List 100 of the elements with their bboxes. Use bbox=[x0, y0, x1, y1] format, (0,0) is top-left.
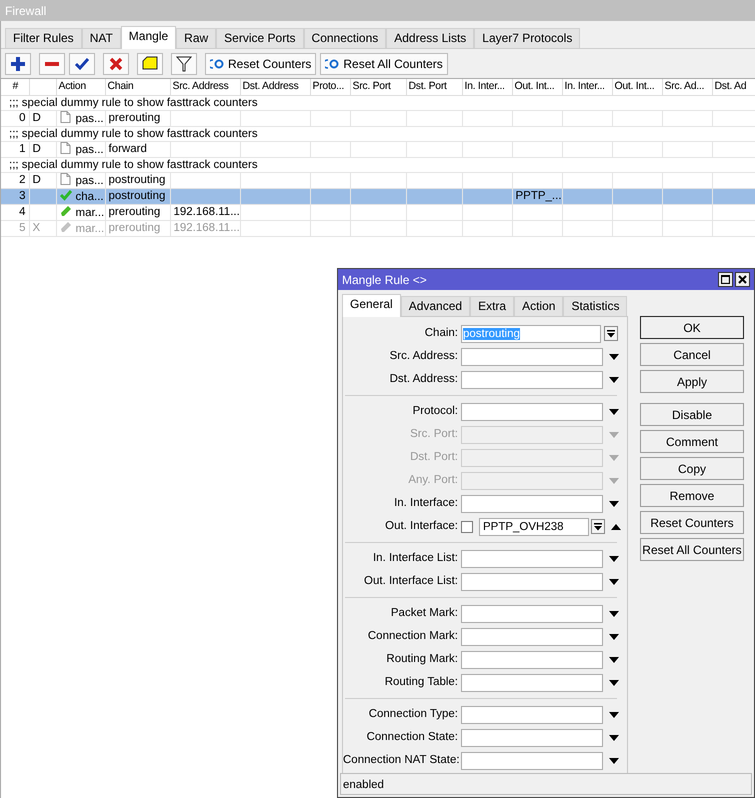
close-button[interactable] bbox=[735, 272, 750, 287]
field-label: Dst. Port: bbox=[409, 450, 459, 465]
maximize-icon bbox=[721, 275, 730, 284]
dropdown-icon[interactable] bbox=[609, 610, 619, 616]
row-number: 1 bbox=[19, 143, 26, 156]
reset-counters-button[interactable]: Reset Counters bbox=[205, 52, 316, 74]
tab[interactable]: Advanced bbox=[400, 296, 470, 316]
cross-icon[interactable] bbox=[108, 56, 124, 72]
document-icon bbox=[60, 110, 72, 123]
input-field[interactable] bbox=[461, 348, 603, 366]
input-field[interactable] bbox=[461, 728, 603, 746]
dropdown-icon[interactable] bbox=[609, 500, 619, 506]
tab[interactable]: Statistics bbox=[563, 296, 628, 316]
reset-icon bbox=[325, 58, 340, 68]
document-icon bbox=[60, 172, 72, 185]
input-field[interactable] bbox=[461, 370, 603, 388]
collapse-icon[interactable] bbox=[611, 524, 621, 530]
dropdown-icon[interactable] bbox=[609, 734, 619, 740]
action-text: mar... bbox=[76, 206, 104, 219]
filter-icon[interactable] bbox=[176, 56, 192, 72]
dialog-button[interactable]: Apply bbox=[640, 370, 744, 393]
input-field[interactable] bbox=[461, 494, 603, 512]
action-text: pas... bbox=[76, 174, 104, 187]
field-label: Chain: bbox=[424, 326, 459, 341]
input-field[interactable] bbox=[461, 650, 603, 668]
input-field[interactable] bbox=[461, 628, 603, 646]
close-icon bbox=[738, 275, 747, 284]
tab[interactable]: Filter Rules bbox=[5, 28, 82, 48]
input-field[interactable] bbox=[461, 706, 603, 724]
check-icon[interactable] bbox=[74, 56, 90, 72]
tab[interactable]: Extra bbox=[470, 296, 514, 316]
reset-icon bbox=[210, 58, 224, 68]
selected-row[interactable]: 3 cha... postrouting PPTP_... bbox=[1, 188, 755, 204]
dropdown-icon[interactable] bbox=[609, 712, 619, 718]
input-field[interactable] bbox=[461, 402, 603, 420]
column-header: Out. Int... bbox=[612, 79, 662, 96]
negate-checkbox[interactable] bbox=[461, 520, 473, 532]
comment-text: ;;; special dummy rule to show fasttrack counters bbox=[1, 126, 755, 142]
dropdown-icon[interactable] bbox=[609, 680, 619, 686]
column-header: Proto... bbox=[310, 79, 350, 96]
row-number: 3 bbox=[19, 190, 26, 202]
input-field[interactable]: PPTP_OVH238 bbox=[479, 518, 589, 536]
column-header: Src. Ad... bbox=[662, 79, 712, 96]
input-field[interactable] bbox=[461, 604, 603, 622]
dropdown-icon[interactable] bbox=[609, 656, 619, 662]
input-field[interactable] bbox=[461, 550, 603, 568]
row-number: 0 bbox=[19, 112, 26, 124]
dialog-button[interactable]: Remove bbox=[640, 484, 744, 507]
dropdown-icon[interactable] bbox=[609, 408, 619, 414]
action-text: mar... bbox=[76, 222, 104, 235]
dropdown-button[interactable] bbox=[604, 326, 618, 341]
dropdown-button[interactable] bbox=[591, 519, 605, 534]
tab[interactable]: Connections bbox=[304, 28, 386, 48]
dropdown-icon[interactable] bbox=[609, 578, 619, 584]
row-number: 2 bbox=[19, 174, 26, 186]
cell-text: PPTP_... bbox=[516, 190, 561, 202]
dialog-button[interactable]: Copy bbox=[640, 457, 744, 480]
tab[interactable]: Mangle bbox=[120, 26, 176, 49]
dropdown-icon[interactable] bbox=[609, 556, 619, 562]
column-header: In. Inter... bbox=[562, 79, 612, 96]
input-field[interactable] bbox=[461, 752, 603, 770]
input-field[interactable] bbox=[461, 674, 603, 692]
field-label: Connection Mark: bbox=[366, 628, 459, 644]
tab[interactable]: General bbox=[342, 294, 401, 317]
pencil-icon bbox=[60, 204, 72, 217]
dialog-button[interactable]: Comment bbox=[640, 430, 744, 453]
field-label: Routing Mark: bbox=[385, 652, 459, 667]
dialog-button[interactable]: Cancel bbox=[640, 343, 744, 366]
column-header: Dst. Ad bbox=[712, 79, 755, 96]
row-number: 5 bbox=[19, 222, 26, 234]
dropdown-icon bbox=[609, 478, 619, 484]
dropdown-icon bbox=[607, 330, 615, 338]
dropdown-icon bbox=[594, 522, 602, 530]
cell-text: 192.168.11... bbox=[174, 222, 239, 234]
field-label: Out. Interface List: bbox=[363, 574, 459, 589]
action-text: pas... bbox=[76, 112, 104, 125]
dropdown-icon bbox=[609, 432, 619, 438]
tab[interactable]: Address Lists bbox=[386, 28, 474, 48]
column-header: Action bbox=[56, 79, 105, 96]
dialog-button[interactable]: Disable bbox=[640, 403, 744, 426]
column-header: Out. Int... bbox=[512, 79, 562, 96]
add-icon[interactable] bbox=[10, 56, 26, 72]
tab[interactable]: Service Ports bbox=[216, 28, 304, 48]
reset-counters-button[interactable]: Reset All Counters bbox=[320, 52, 448, 74]
tab[interactable]: Raw bbox=[176, 28, 216, 48]
tab[interactable]: Layer7 Protocols bbox=[474, 28, 580, 48]
maximize-button[interactable] bbox=[718, 272, 733, 287]
cell-text: prerouting bbox=[108, 222, 160, 234]
dropdown-icon[interactable] bbox=[609, 354, 619, 360]
tab[interactable]: Action bbox=[514, 296, 564, 316]
dropdown-icon[interactable] bbox=[609, 376, 619, 382]
note-icon[interactable] bbox=[142, 56, 158, 72]
dialog-button[interactable]: Reset All Counters bbox=[640, 538, 744, 561]
input-field[interactable] bbox=[461, 572, 603, 590]
dialog-button[interactable]: Reset Counters bbox=[640, 511, 744, 534]
cell-text: prerouting bbox=[108, 206, 160, 218]
dropdown-icon[interactable] bbox=[609, 758, 619, 764]
dropdown-icon[interactable] bbox=[609, 634, 619, 640]
ok-button[interactable]: OK bbox=[640, 316, 744, 339]
tab[interactable]: NAT bbox=[82, 28, 121, 48]
